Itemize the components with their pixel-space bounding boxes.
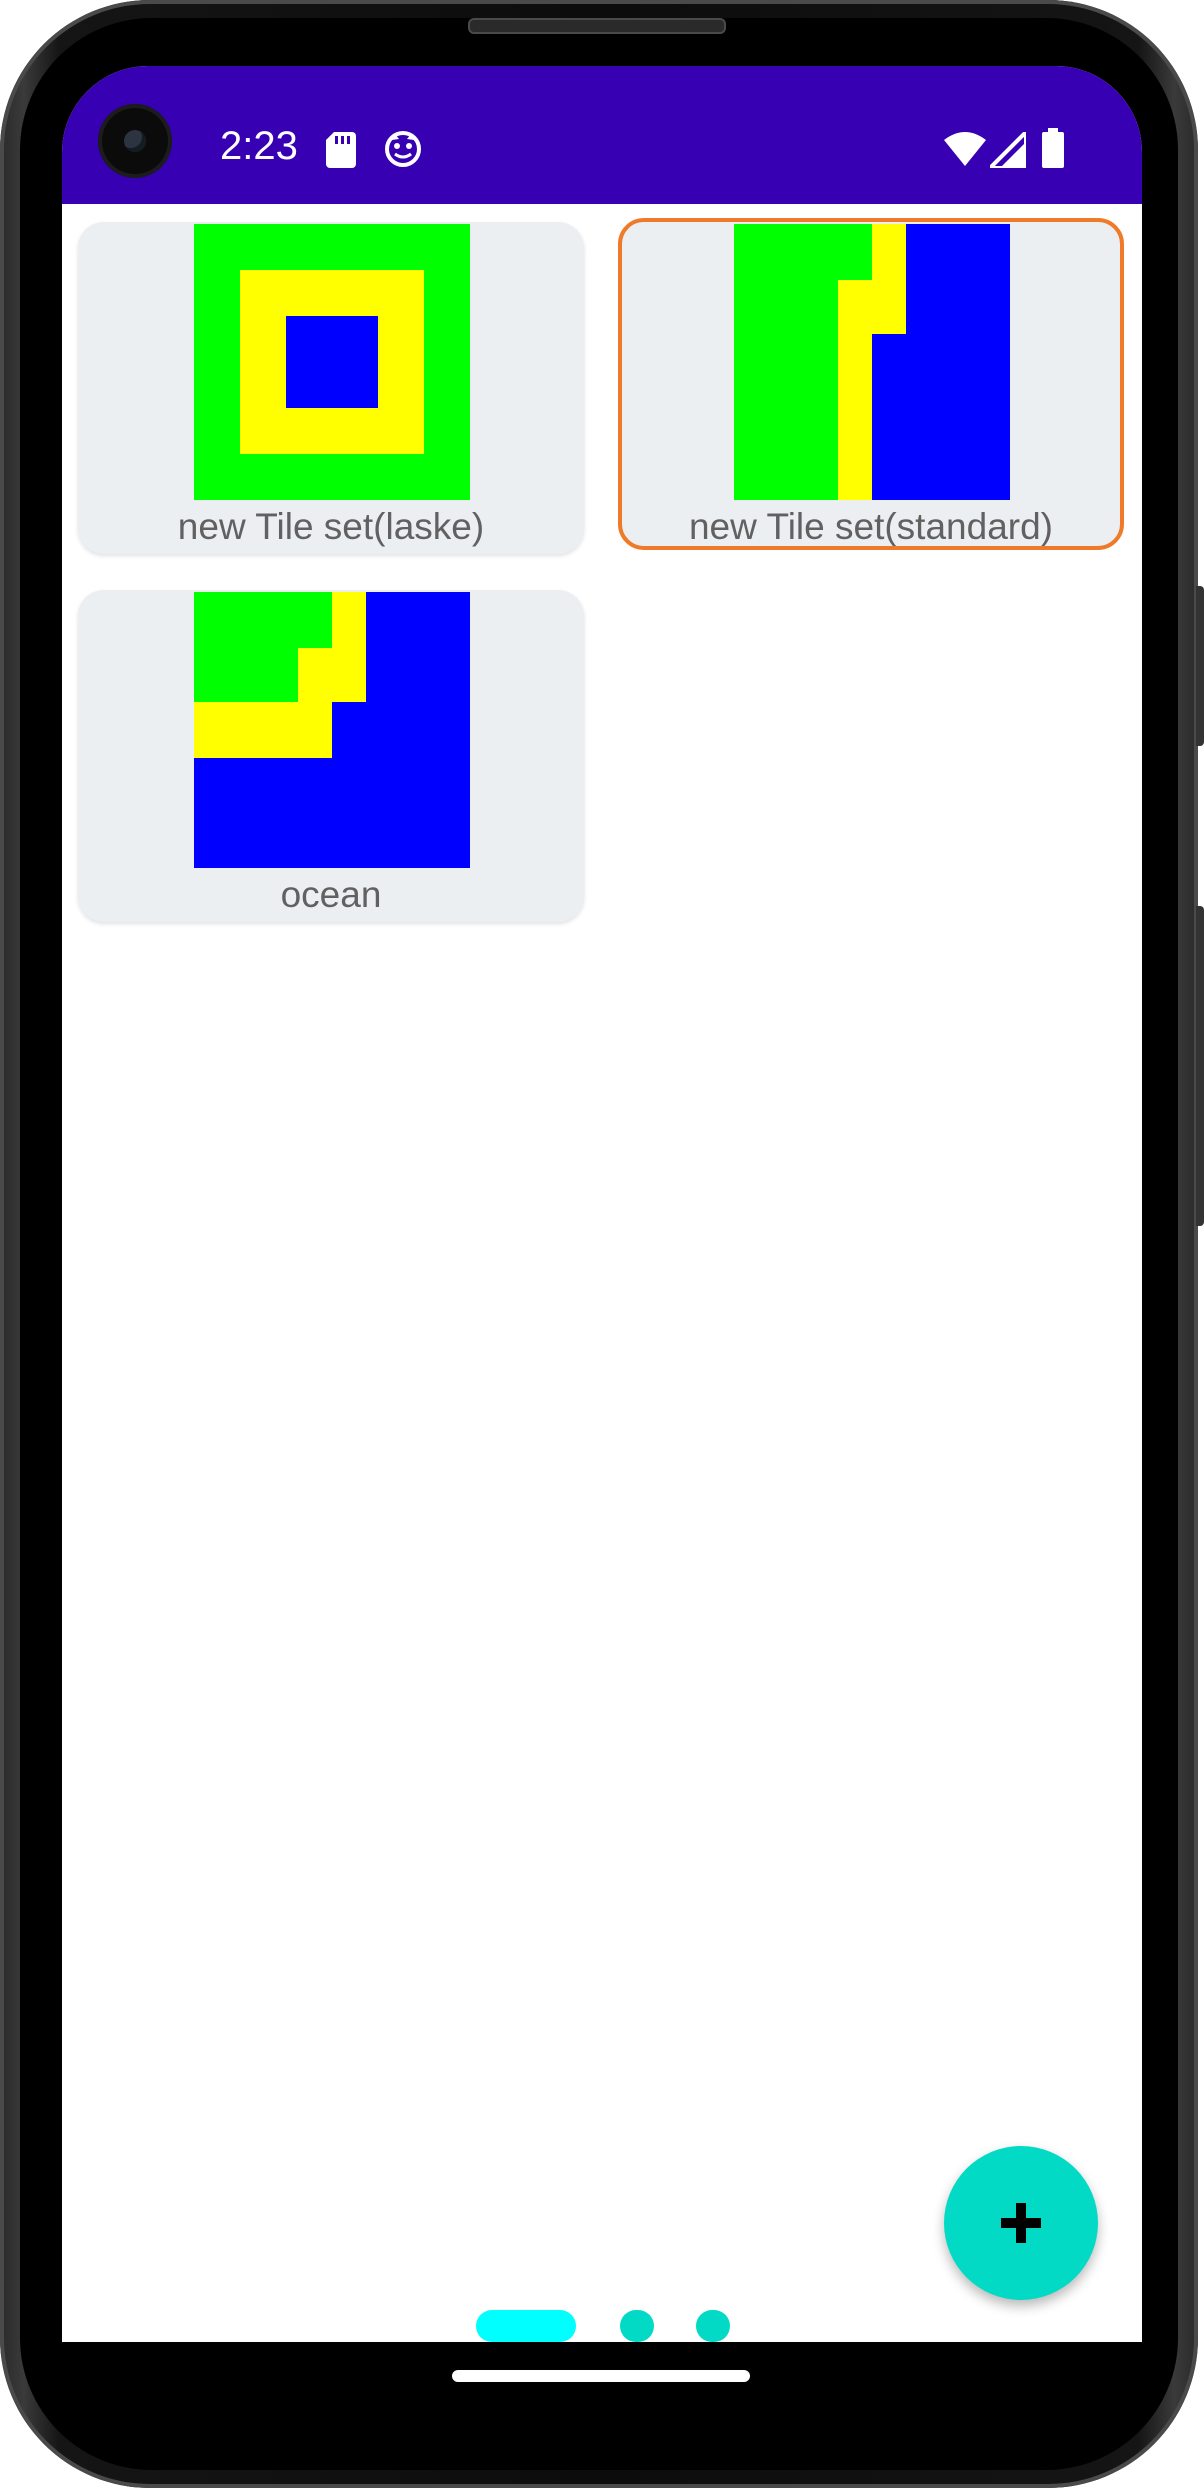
- device-frame: 2:23 new Tile set(laske) new Tile set(st…: [0, 0, 1204, 2491]
- tile-set-name: new Tile set(laske): [177, 506, 485, 547]
- tile-set-preview-standard: [734, 224, 1010, 500]
- sd-card-icon: [326, 132, 356, 168]
- tile-set-name: new Tile set(standard): [688, 506, 1053, 547]
- add-tile-set-button[interactable]: [944, 2146, 1098, 2300]
- page-indicator-dot[interactable]: [620, 2310, 654, 2342]
- battery-icon: [1042, 128, 1064, 168]
- tile-set-card-laske[interactable]: new Tile set(laske): [78, 222, 584, 554]
- status-time: 2:23: [220, 124, 298, 168]
- tile-set-card-ocean[interactable]: ocean: [78, 590, 584, 922]
- volume-button: [1196, 586, 1204, 746]
- cell-signal-icon: [990, 132, 1026, 168]
- tile-set-preview-laske: [194, 224, 470, 500]
- tile-set-card-standard[interactable]: new Tile set(standard): [618, 218, 1124, 550]
- earpiece-speaker: [468, 18, 726, 34]
- power-button: [1196, 906, 1204, 1226]
- app-notification-icon: [385, 131, 421, 167]
- page-indicator-dot-active[interactable]: [476, 2310, 576, 2342]
- app-screen: 2:23 new Tile set(laske) new Tile set(st…: [62, 66, 1142, 2342]
- tile-set-name: ocean: [280, 874, 382, 915]
- front-camera: [98, 104, 172, 178]
- home-gesture-bar[interactable]: [452, 2370, 750, 2382]
- status-bar: 2:23: [62, 66, 1142, 204]
- page-indicator-dot[interactable]: [696, 2310, 730, 2342]
- plus-icon: [1001, 2203, 1041, 2243]
- wifi-icon: [944, 132, 986, 166]
- tile-set-preview-ocean: [194, 592, 470, 868]
